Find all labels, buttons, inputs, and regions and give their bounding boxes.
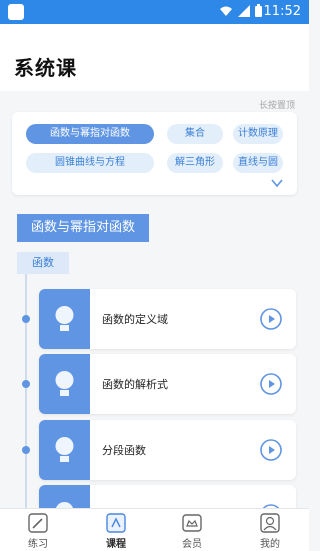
status-time: 11:52 bbox=[263, 4, 301, 19]
tab-vip[interactable]: 会员 bbox=[162, 509, 222, 551]
chip-line-circle[interactable]: 直线与圆 bbox=[233, 153, 283, 173]
lesson-thumbnail bbox=[39, 354, 90, 414]
timeline-dot bbox=[22, 380, 30, 388]
app-notification-icon bbox=[8, 4, 24, 20]
timeline-line bbox=[25, 274, 27, 510]
lesson-thumbnail bbox=[39, 420, 90, 480]
status-bar: 11:52 bbox=[0, 0, 309, 24]
section-title: 函数与幂指对函数 bbox=[17, 214, 149, 242]
lesson-title: 分段函数 bbox=[102, 444, 146, 457]
pin-hint: 长按置顶 bbox=[258, 101, 295, 111]
chip-conic[interactable]: 圆锥曲线与方程 bbox=[26, 153, 154, 173]
section-subtitle: 函数 bbox=[17, 252, 69, 274]
lesson-title: 函数的定义域 bbox=[102, 313, 168, 326]
vip-icon bbox=[182, 514, 202, 532]
lesson-item[interactable]: 函数的定义域 bbox=[39, 289, 296, 349]
timeline-dot bbox=[22, 446, 30, 454]
lightbulb-icon bbox=[55, 371, 74, 396]
chip-counting[interactable]: 计数原理 bbox=[233, 124, 283, 144]
lightbulb-icon bbox=[55, 437, 74, 462]
lesson-item[interactable]: 分段函数 bbox=[39, 420, 296, 480]
chip-triangle[interactable]: 解三角形 bbox=[167, 153, 223, 173]
battery-icon bbox=[255, 4, 262, 17]
chip-set[interactable]: 集合 bbox=[167, 124, 223, 144]
timeline-dot bbox=[22, 315, 30, 323]
tab-label: 课程 bbox=[106, 539, 126, 550]
chip-function[interactable]: 函数与幂指对函数 bbox=[26, 124, 154, 144]
play-icon[interactable] bbox=[260, 373, 282, 395]
category-panel: 函数与幂指对函数 集合 计数原理 圆锥曲线与方程 解三角形 直线与圆 bbox=[12, 112, 297, 195]
profile-icon bbox=[260, 513, 280, 533]
tab-label: 会员 bbox=[182, 539, 202, 550]
lesson-item[interactable]: 函数的解析式 bbox=[39, 354, 296, 414]
tab-course[interactable]: 课程 bbox=[86, 509, 146, 551]
play-icon[interactable] bbox=[260, 308, 282, 330]
lesson-title: 函数的解析式 bbox=[102, 378, 168, 391]
play-icon[interactable] bbox=[260, 439, 282, 461]
tab-label: 练习 bbox=[28, 539, 48, 550]
course-icon bbox=[106, 513, 126, 533]
chevron-down-icon[interactable] bbox=[271, 178, 283, 188]
pencil-icon bbox=[28, 513, 48, 533]
lightbulb-icon bbox=[55, 306, 74, 331]
lesson-thumbnail bbox=[39, 289, 90, 349]
bottom-tab-bar: 练习 课程 会员 我的 bbox=[0, 508, 309, 551]
tab-profile[interactable]: 我的 bbox=[240, 509, 300, 551]
tab-label: 我的 bbox=[260, 539, 280, 550]
page-title: 系统课 bbox=[14, 56, 77, 80]
signal-icon bbox=[238, 5, 250, 17]
wifi-icon bbox=[220, 6, 232, 16]
tab-practice[interactable]: 练习 bbox=[8, 509, 68, 551]
header: 系统课 bbox=[0, 24, 309, 91]
